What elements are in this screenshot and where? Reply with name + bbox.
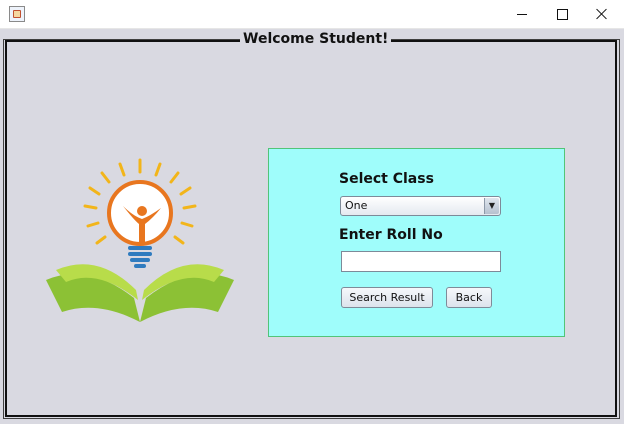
lightbulb-book-logo xyxy=(46,158,234,322)
select-class-label: Select Class xyxy=(339,171,434,187)
roll-no-label: Enter Roll No xyxy=(339,227,443,243)
form-panel: Select Class One ▼ Enter Roll No Search … xyxy=(268,148,565,337)
maximize-button[interactable] xyxy=(542,0,582,28)
minimize-button[interactable] xyxy=(502,0,542,28)
java-app-icon[interactable] xyxy=(9,6,25,22)
maximize-icon xyxy=(556,8,568,20)
search-result-button[interactable]: Search Result xyxy=(341,287,433,308)
window-titlebar xyxy=(0,0,624,29)
class-select-value: One xyxy=(345,199,368,212)
frame-title: Welcome Student! xyxy=(240,30,392,48)
class-select[interactable]: One ▼ xyxy=(340,196,501,216)
close-button[interactable] xyxy=(582,0,622,28)
chevron-down-icon[interactable]: ▼ xyxy=(484,198,499,214)
roll-no-input[interactable] xyxy=(341,251,501,272)
person-head xyxy=(137,206,147,216)
back-button[interactable]: Back xyxy=(446,287,492,308)
close-icon xyxy=(596,8,608,20)
minimize-icon xyxy=(517,13,527,15)
